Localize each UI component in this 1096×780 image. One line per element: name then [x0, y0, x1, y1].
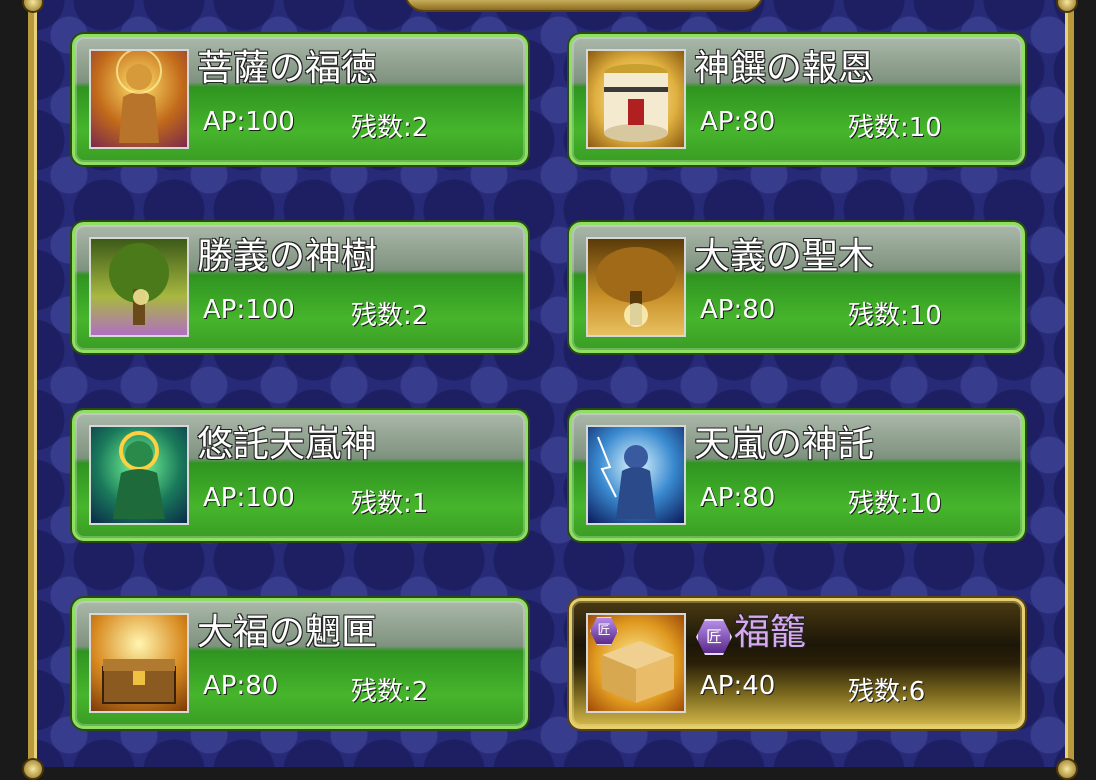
item-ap: AP:100	[203, 483, 295, 513]
item-name: 天嵐の神託	[694, 424, 875, 465]
item-remaining: 残数:2	[351, 113, 429, 143]
item-name: 神饌の報恩	[694, 48, 875, 89]
top-ornament	[404, 0, 764, 12]
item-name: 菩薩の福徳	[197, 48, 378, 89]
item-remaining: 残数:10	[848, 489, 942, 519]
item-name: 大義の聖木	[694, 236, 875, 277]
item-ap: AP:80	[700, 295, 776, 325]
item-remaining: 残数:10	[848, 113, 942, 143]
corner-ornament	[1056, 758, 1078, 780]
sake-barrel-icon	[586, 49, 686, 149]
item-ap: AP:100	[203, 107, 295, 137]
item-remaining: 残数:1	[351, 489, 429, 519]
artisan-badge-icon: 匠	[696, 619, 732, 655]
item-remaining: 残数:10	[848, 301, 942, 331]
item-name: 勝義の神樹	[197, 236, 378, 277]
item-ap: AP:80	[700, 483, 776, 513]
item-card-bodhisattva-fortune[interactable]: 菩薩の福徳 AP:100 残数:2	[72, 34, 528, 165]
item-remaining: 残数:6	[848, 677, 926, 707]
item-card-storm-oracle[interactable]: 天嵐の神託 AP:80 残数:10	[569, 410, 1025, 541]
item-card-victory-tree[interactable]: 勝義の神樹 AP:100 残数:2	[72, 222, 528, 353]
treasure-chest-icon	[89, 613, 189, 713]
corner-ornament	[22, 758, 44, 780]
item-card-lucky-basket[interactable]: 匠 匠 福籠 AP:40 残数:6	[569, 598, 1025, 729]
item-ap: AP:100	[203, 295, 295, 325]
buddha-statue-icon	[89, 49, 189, 149]
item-remaining: 残数:2	[351, 301, 429, 331]
lucky-box-icon: 匠	[586, 613, 686, 713]
item-remaining: 残数:2	[351, 677, 429, 707]
item-card-storm-deity[interactable]: 悠託天嵐神 AP:100 残数:1	[72, 410, 528, 541]
item-ap: AP:80	[700, 107, 776, 137]
storm-oracle-icon	[586, 425, 686, 525]
sacred-tree-icon	[89, 237, 189, 337]
item-ap: AP:80	[203, 671, 279, 701]
item-card-offering-gratitude[interactable]: 神饌の報恩 AP:80 残数:10	[569, 34, 1025, 165]
item-card-holy-tree[interactable]: 大義の聖木 AP:80 残数:10	[569, 222, 1025, 353]
item-name: 大福の魍匣	[197, 612, 378, 653]
item-name: 悠託天嵐神	[197, 424, 378, 465]
item-name: 福籠	[734, 612, 807, 653]
item-card-great-fortune-chest[interactable]: 大福の魍匣 AP:80 残数:2	[72, 598, 528, 729]
holy-tree-icon	[586, 237, 686, 337]
item-ap: AP:40	[700, 671, 776, 701]
storm-god-icon	[89, 425, 189, 525]
